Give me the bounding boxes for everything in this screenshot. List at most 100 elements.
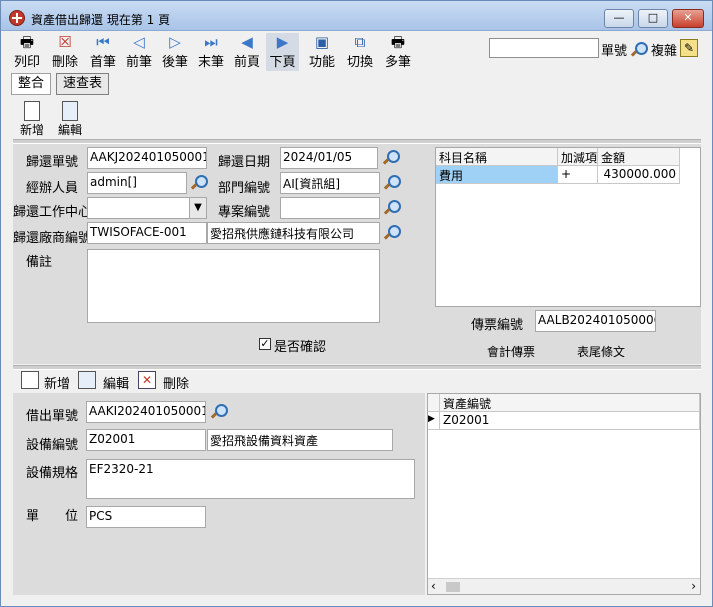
prev-page-icon: ◀ <box>241 33 253 51</box>
unit-label: 單 位 <box>26 509 79 524</box>
tab-quick-table[interactable]: 速查表 <box>56 73 110 95</box>
search-icon[interactable] <box>191 174 208 190</box>
close-button[interactable]: ✕ <box>672 9 704 28</box>
search-input[interactable] <box>489 38 599 58</box>
confirmed-checkbox[interactable]: ✓ <box>259 338 271 350</box>
edit-button[interactable]: 編輯 <box>55 101 85 138</box>
borrow-no-label: 借出單號 <box>26 409 79 424</box>
remark-label: 備註 <box>26 255 53 270</box>
equip-no-field[interactable]: Z02001 <box>86 429 206 451</box>
grid-header-name: 科目名稱 <box>436 148 558 166</box>
chevron-down-icon[interactable]: ▼ <box>189 198 206 218</box>
confirmed-label: 是否確認 <box>274 340 327 355</box>
detail-edit-button[interactable]: 編輯 <box>103 373 129 392</box>
detail-add-button[interactable]: 新增 <box>44 373 70 392</box>
maximize-button[interactable]: □ <box>638 9 668 28</box>
first-record-icon: ⏮ <box>96 33 110 51</box>
footer-text-link[interactable]: 表尾條文 <box>577 343 625 360</box>
account-row-sign[interactable]: + <box>558 166 598 184</box>
voucher-label: 傳票編號 <box>471 318 524 333</box>
function-button[interactable]: ▣ 功能 <box>305 33 339 71</box>
project-field[interactable] <box>280 197 380 219</box>
copy-label[interactable]: 複雜 <box>651 40 677 59</box>
delete-icon: ☒ <box>58 33 72 51</box>
handler-label: 經辦人員 <box>26 181 79 196</box>
account-row-name[interactable]: 費用 <box>436 166 558 184</box>
next-page-button[interactable]: ▶ 下頁 <box>266 33 299 71</box>
new-document-icon[interactable] <box>21 371 39 389</box>
first-record-button[interactable]: ⏮ 首筆 <box>87 33 119 71</box>
asset-grid[interactable]: 資產編號 ▶ Z02001 ‹ › <box>427 393 701 595</box>
prev-arrow-icon: ◁ <box>133 33 145 51</box>
section-divider <box>13 365 701 370</box>
unit-field[interactable]: PCS <box>86 506 206 528</box>
switch-icon: ⧉ <box>354 33 366 51</box>
doc-no-label: 單號 <box>601 44 628 59</box>
workcenter-label: 歸還工作中心 <box>13 205 92 220</box>
next-page-icon: ▶ <box>276 33 289 51</box>
search-icon[interactable] <box>211 403 228 419</box>
scroll-left-icon[interactable]: ‹ <box>431 579 436 593</box>
voucher-field[interactable]: AALB202401050006 <box>535 310 656 332</box>
accounting-voucher-link[interactable]: 會計傳票 <box>487 343 535 360</box>
tools-icon[interactable]: ✎ <box>680 39 698 57</box>
row-pointer-icon: ▶ <box>428 412 440 430</box>
search-icon[interactable] <box>384 224 401 240</box>
next-record-button[interactable]: ▷ 後筆 <box>159 33 191 71</box>
grid-row-header <box>428 394 440 412</box>
prev-record-button[interactable]: ◁ 前筆 <box>123 33 155 71</box>
detail-delete-button[interactable]: 刪除 <box>163 373 189 392</box>
multi-record-button[interactable]: 🖶 多筆 <box>381 33 415 71</box>
switch-button[interactable]: ⧉ 切換 <box>343 33 377 71</box>
horizontal-scrollbar[interactable]: ‹ › <box>428 578 700 594</box>
edit-document-icon <box>62 101 78 121</box>
last-record-icon: ⏭ <box>204 33 218 51</box>
multi-record-icon: 🖶 <box>390 33 406 51</box>
dept-field[interactable]: AI[資訊組] <box>280 172 380 194</box>
add-button[interactable]: 新增 <box>17 101 47 138</box>
vendor-code-field[interactable]: TWISOFACE-001 <box>87 222 207 244</box>
edit-document-icon[interactable] <box>78 371 96 389</box>
window-title: 資產借出歸還 現在第 1 頁 <box>31 13 171 27</box>
equip-no-label: 設備編號 <box>26 438 79 453</box>
app-window: 資產借出歸還 現在第 1 頁 — □ ✕ 🖶 列印 ☒ 刪除 ⏮ 首筆 ◁ 前筆… <box>0 0 713 607</box>
search-icon[interactable] <box>384 199 401 215</box>
new-document-icon <box>24 101 40 121</box>
title-bar: 資產借出歸還 現在第 1 頁 — □ ✕ <box>1 1 712 31</box>
app-icon <box>9 10 25 26</box>
delete-button[interactable]: ☒ 刪除 <box>49 33 81 71</box>
project-label: 專案編號 <box>218 205 271 220</box>
spec-label: 設備規格 <box>26 466 79 481</box>
minimize-button[interactable]: — <box>604 9 634 28</box>
equip-name-field: 愛招飛設備資料資產 <box>207 429 393 451</box>
scroll-thumb[interactable] <box>446 582 460 592</box>
scroll-right-icon[interactable]: › <box>691 579 696 593</box>
return-no-label: 歸還單號 <box>26 155 79 170</box>
search-icon[interactable] <box>383 149 400 165</box>
account-grid[interactable]: 科目名稱 加減項 金額 費用 + 430000.000 <box>435 147 701 307</box>
next-arrow-icon: ▷ <box>169 33 181 51</box>
account-row-amount[interactable]: 430000.000 <box>598 166 680 184</box>
search-icon[interactable] <box>631 41 648 57</box>
last-record-button[interactable]: ⏭ 末筆 <box>195 33 227 71</box>
tab-integrated[interactable]: 整合 <box>11 73 52 95</box>
delete-icon[interactable]: ✕ <box>138 371 156 389</box>
return-date-field[interactable]: 2024/01/05 <box>280 147 378 169</box>
asset-row[interactable]: Z02001 <box>440 412 700 430</box>
prev-page-button[interactable]: ◀ 前頁 <box>231 33 263 71</box>
dept-label: 部門編號 <box>218 181 271 196</box>
vendor-label: 歸還廠商編號 <box>13 231 92 246</box>
handler-field[interactable]: admin[] <box>87 172 187 194</box>
printer-icon: 🖶 <box>19 33 35 51</box>
search-icon[interactable] <box>384 174 401 190</box>
print-button[interactable]: 🖶 列印 <box>11 33 43 71</box>
grid-header-amount: 金額 <box>598 148 680 166</box>
grid-header-sign: 加減項 <box>558 148 598 166</box>
return-date-label: 歸還日期 <box>218 155 271 170</box>
remark-field[interactable] <box>87 249 380 323</box>
return-no-field[interactable]: AAKJ202401050001 <box>87 147 207 169</box>
asset-grid-header: 資產編號 <box>440 394 700 412</box>
spec-field[interactable]: EF2320-21 <box>86 459 415 499</box>
function-icon: ▣ <box>314 33 330 51</box>
borrow-no-field[interactable]: AAKI202401050001 <box>86 401 206 423</box>
